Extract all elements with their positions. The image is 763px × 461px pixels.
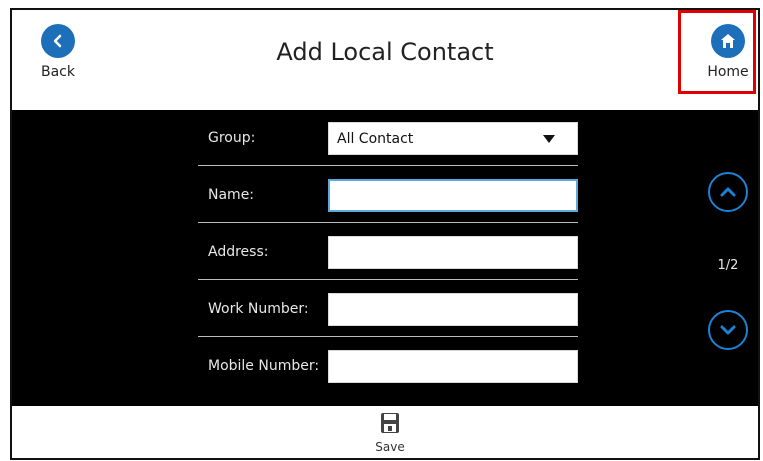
- phone-screen: Back Add Local Contact Home Group: All C…: [10, 8, 760, 460]
- save-label: Save: [375, 440, 405, 454]
- address-row: Address:: [198, 224, 578, 280]
- dropdown-arrow-icon: [543, 134, 555, 143]
- home-icon: [711, 24, 745, 58]
- page-indicator: 1/2: [717, 258, 739, 273]
- header-bar: Back Add Local Contact Home: [12, 10, 758, 110]
- chevron-down-icon: [720, 325, 736, 335]
- name-input[interactable]: [328, 179, 578, 212]
- scroll-up-button[interactable]: [708, 172, 748, 212]
- scroll-down-button[interactable]: [708, 310, 748, 350]
- name-label: Name:: [208, 187, 255, 203]
- group-label: Group:: [208, 130, 256, 146]
- group-select-value: All Contact: [337, 130, 414, 147]
- back-label: Back: [41, 64, 75, 80]
- mobile-number-label: Mobile Number:: [208, 358, 320, 374]
- work-number-row: Work Number:: [198, 281, 578, 337]
- name-row: Name:: [198, 167, 578, 223]
- home-label: Home: [707, 64, 749, 80]
- group-row: Group: All Contact: [198, 110, 578, 166]
- mobile-number-row: Mobile Number:: [198, 338, 578, 394]
- home-button[interactable]: Home: [698, 24, 758, 94]
- mobile-number-input[interactable]: [328, 350, 578, 383]
- chevron-up-icon: [720, 187, 736, 197]
- save-button[interactable]: Save: [360, 412, 420, 458]
- page-title: Add Local Contact: [276, 38, 494, 66]
- address-input[interactable]: [328, 236, 578, 269]
- form-area: Group: All Contact Name: Address: Work N…: [12, 110, 758, 406]
- save-icon: [381, 413, 399, 433]
- footer-bar: Save: [12, 406, 758, 458]
- work-number-label: Work Number:: [208, 301, 309, 317]
- group-select[interactable]: All Contact: [328, 122, 578, 155]
- work-number-input[interactable]: [328, 293, 578, 326]
- address-label: Address:: [208, 244, 269, 260]
